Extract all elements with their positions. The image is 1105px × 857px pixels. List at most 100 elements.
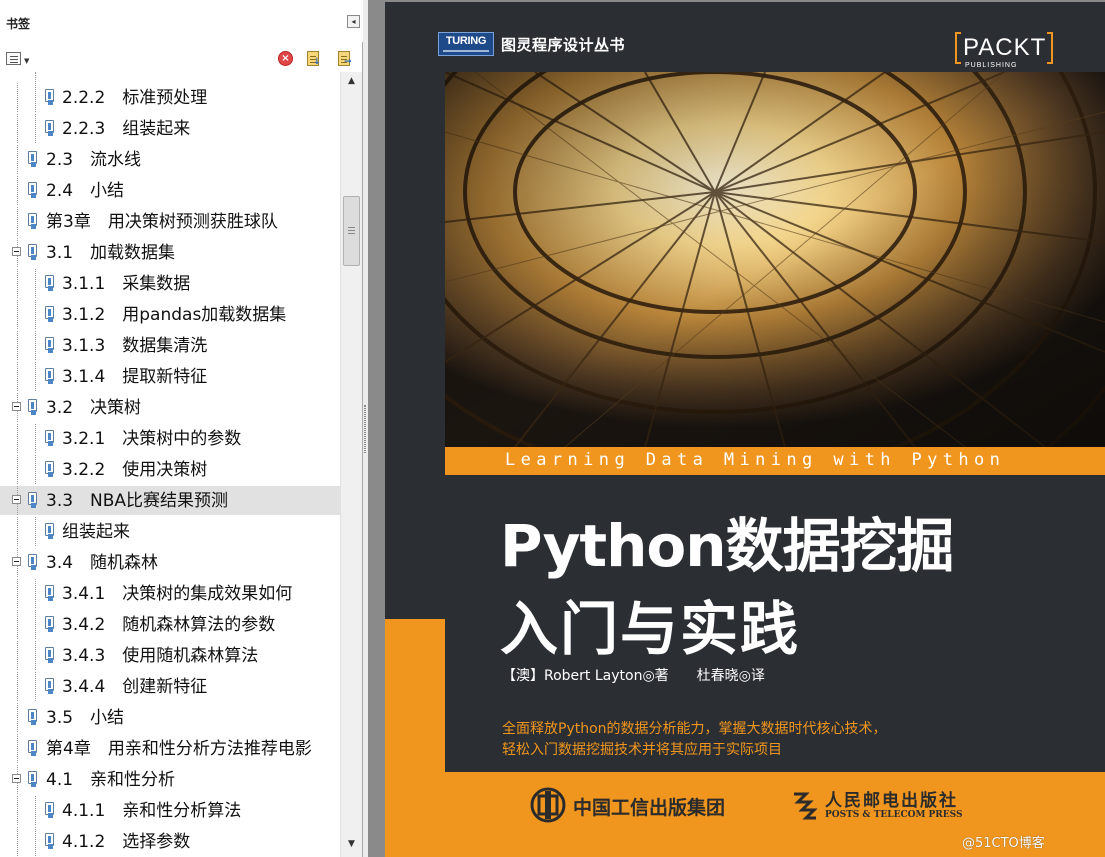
delete-bookmark-button[interactable]: ×: [277, 50, 295, 68]
scroll-down-arrow-icon[interactable]: ▼: [341, 835, 362, 853]
bookmark-icon: [28, 182, 39, 198]
collapse-toggle-icon[interactable]: [12, 557, 21, 566]
book-cover-page: TURING 图灵程序设计丛书 PACKT PUBLISHING Learnin…: [385, 2, 1105, 857]
packt-name: PACKT: [963, 34, 1047, 61]
ptpress-logo-icon: [794, 792, 818, 820]
bookmark-label: 组装起来: [62, 522, 130, 542]
bookmark-icon: [45, 120, 56, 136]
bookmark-item[interactable]: 组装起来: [0, 517, 340, 546]
bookmark-item[interactable]: 3.1.4 提取新特征: [0, 362, 340, 391]
turing-logo: TURING: [438, 32, 494, 56]
book-authors: 【澳】Robert Layton◎著 杜春晓◎译: [502, 668, 765, 684]
bookmark-icon: [45, 430, 56, 446]
bookmark-icon: [28, 244, 39, 260]
bookmark-icon: [45, 368, 56, 384]
bookmark-item[interactable]: 3.4.2 随机森林算法的参数: [0, 610, 340, 639]
bookmark-item[interactable]: 3.1.2 用pandas加载数据集: [0, 300, 340, 329]
collapse-toggle-icon[interactable]: [12, 774, 21, 783]
bookmark-icon: [45, 678, 56, 694]
bookmark-item[interactable]: 4.1 亲和性分析: [0, 765, 340, 794]
bookmark-item[interactable]: 4.1.2 选择参数: [0, 827, 340, 856]
bookmark-label: 3.1.1 采集数据: [62, 274, 191, 294]
panel-header: 书签 ◂: [0, 0, 363, 42]
bookmark-label: 3.4 随机森林: [46, 553, 159, 573]
packt-logo: PACKT PUBLISHING: [955, 32, 1055, 72]
bookmark-icon: [28, 554, 39, 570]
bookmark-icon: [28, 771, 39, 787]
expand-bookmark-button[interactable]: ↓: [305, 50, 323, 68]
publisher-name-en: POSTS & TELECOM PRESS: [825, 810, 963, 820]
bookmark-label: 3.1.2 用pandas加载数据集: [62, 305, 287, 325]
collapse-panel-button[interactable]: ◂: [347, 15, 360, 28]
bookmark-item[interactable]: 3.1.3 数据集清洗: [0, 331, 340, 360]
bookmark-icon: [45, 523, 56, 539]
series-name: 图灵程序设计丛书: [501, 36, 626, 54]
bookmark-item[interactable]: 第4章 用亲和性分析方法推荐电影: [0, 734, 340, 763]
watermark-text: @51CTO博客: [962, 836, 1045, 851]
bookmark-icon: [28, 492, 39, 508]
bookmark-icon: [45, 337, 56, 353]
bookmark-item[interactable]: 2.4 小结: [0, 176, 340, 205]
collapse-toggle-icon[interactable]: [12, 495, 21, 504]
bookmark-item[interactable]: 3.4.4 创建新特征: [0, 672, 340, 701]
splitter-grip[interactable]: [364, 405, 366, 453]
bookmark-label: 第4章 用亲和性分析方法推荐电影: [46, 739, 312, 759]
bookmark-item[interactable]: 3.4.3 使用随机森林算法: [0, 641, 340, 670]
scroll-thumb[interactable]: [343, 196, 360, 266]
bookmark-icon: [45, 647, 56, 663]
miit-publishing-logo-icon: [530, 787, 566, 823]
bookmark-item[interactable]: 3.1 加载数据集: [0, 238, 340, 267]
publisher-name: 人民邮电出版社: [825, 791, 958, 811]
bookmark-item[interactable]: 3.1.1 采集数据: [0, 269, 340, 298]
bookmark-label: 4.1.1 亲和性分析算法: [62, 801, 242, 821]
cover-photo-glass-dome: [445, 72, 1105, 447]
bookmark-item[interactable]: 3.4 随机森林: [0, 548, 340, 577]
bookmark-label: 3.4.3 使用随机森林算法: [62, 646, 259, 666]
bookmark-item[interactable]: 3.3 NBA比赛结果预测: [0, 486, 340, 515]
bookmark-icon: [45, 461, 56, 477]
bookmark-label: 2.2.3 组装起来: [62, 119, 191, 139]
publisher-group-name: 中国工信出版集团: [573, 797, 726, 819]
packt-sub: PUBLISHING: [965, 62, 1018, 69]
options-menu-icon: [6, 52, 21, 65]
bookmark-icon: [28, 213, 39, 229]
bookmark-label: 3.2.2 使用决策树: [62, 460, 208, 480]
bookmark-item[interactable]: 3.5 小结: [0, 703, 340, 732]
bookmark-label: 3.1.4 提取新特征: [62, 367, 208, 387]
bookmark-icon: [28, 151, 39, 167]
bookmark-toolbar: ▼ × ↓ →: [0, 46, 363, 72]
bookmark-item[interactable]: 2.2.2 标准预处理: [0, 83, 340, 112]
bookmark-item[interactable]: 3.4.1 决策树的集成效果如何: [0, 579, 340, 608]
bookmark-label: 4.1 亲和性分析: [46, 770, 176, 790]
bookmark-label: 第3章 用决策树预测获胜球队: [46, 212, 278, 232]
bookmark-label: 3.5 小结: [46, 708, 125, 728]
bookmark-item[interactable]: 2.3 流水线: [0, 145, 340, 174]
bookmark-icon: [28, 740, 39, 756]
bookmark-label: 3.4.4 创建新特征: [62, 677, 208, 697]
new-bookmark-button[interactable]: →: [336, 50, 354, 68]
english-subtitle: Learning Data Mining with Python: [505, 450, 1006, 470]
bookmark-scrollbar[interactable]: ▲ ▼: [340, 72, 362, 857]
bookmark-item[interactable]: 3.2.2 使用决策树: [0, 455, 340, 484]
bookmark-icon: [28, 709, 39, 725]
subtitle-band: Learning Data Mining with Python: [445, 447, 1105, 475]
bookmark-icon: [28, 399, 39, 415]
bookmark-tree: 2.2.2 标准预处理 2.2.3 组装起来 2.3 流水线 2.4 小结第3章 用决…: [0, 72, 340, 857]
scroll-up-arrow-icon[interactable]: ▲: [341, 72, 362, 90]
options-menu-button[interactable]: ▼: [6, 51, 32, 67]
collapse-toggle-icon[interactable]: [12, 247, 21, 256]
bookmark-label: 3.4.2 随机森林算法的参数: [62, 615, 276, 635]
bookmark-item[interactable]: 第3章 用决策树预测获胜球队: [0, 207, 340, 236]
collapse-toggle-icon[interactable]: [12, 402, 21, 411]
bookmark-label: 3.4.1 决策树的集成效果如何: [62, 584, 293, 604]
bookmark-label: 3.1 加载数据集: [46, 243, 176, 263]
bookmark-label: 3.2 决策树: [46, 398, 142, 418]
bookmark-item[interactable]: 4.1.1 亲和性分析算法: [0, 796, 340, 825]
bookmark-item[interactable]: 2.2.3 组装起来: [0, 114, 340, 143]
book-tagline-line2: 轻松入门数据挖掘技术并将其应用于实际项目: [502, 742, 782, 758]
document-viewer[interactable]: TURING 图灵程序设计丛书 PACKT PUBLISHING Learnin…: [368, 0, 1105, 857]
bookmark-item[interactable]: 3.2.1 决策树中的参数: [0, 424, 340, 453]
bookmark-label: 3.1.3 数据集清洗: [62, 336, 208, 356]
orange-accent-block: [385, 619, 445, 857]
bookmark-item[interactable]: 3.2 决策树: [0, 393, 340, 422]
